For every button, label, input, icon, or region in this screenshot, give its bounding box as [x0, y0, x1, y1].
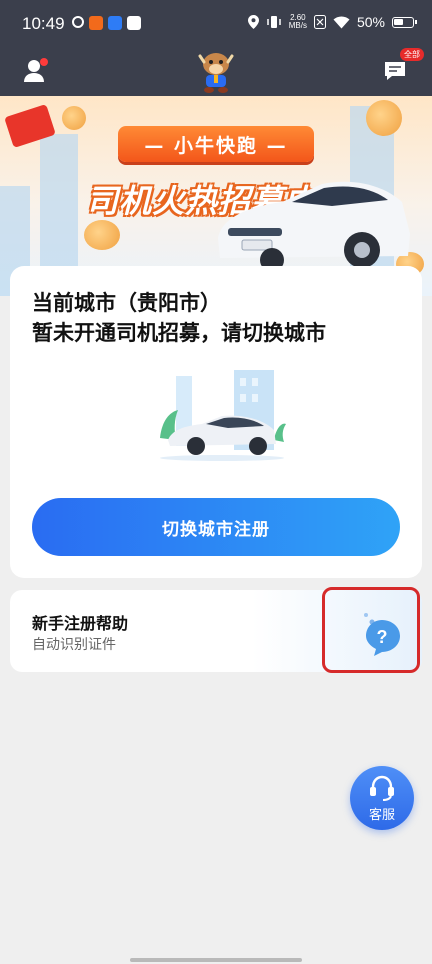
messages-button[interactable]: 全部 [384, 48, 424, 84]
switch-city-register-button[interactable]: 切换城市注册 [32, 498, 400, 556]
net-speed-unit: MB/s [288, 21, 307, 30]
user-profile-icon[interactable] [22, 56, 50, 84]
location-icon [247, 15, 259, 29]
city-car-illustration [160, 370, 286, 461]
headset-icon [370, 775, 394, 801]
customer-service-label: 客服 [368, 808, 395, 823]
help-title: 新手注册帮助 [32, 614, 129, 633]
status-time: 10:49 [22, 14, 65, 33]
recruit-unavailable-text: 暂未开通司机招募，请切换城市 [32, 321, 326, 345]
city-card: 当前城市（贵阳市） 暂未开通司机招募，请切换城市 切换城市注册 [10, 266, 422, 578]
brand-pill: — 小牛快跑 — [118, 126, 314, 162]
wifi-icon [333, 16, 350, 28]
top-bar: 10:49 2.60 MB/s 50% 全部 [0, 0, 432, 96]
customer-service-button[interactable]: 客服 [350, 766, 414, 830]
city-message: 当前城市（贵阳市） 暂未开通司机招募，请切换城市 [32, 288, 326, 348]
message-icon [385, 62, 405, 80]
app-notification-icon [89, 16, 103, 30]
coin-icon [366, 100, 402, 136]
home-indicator[interactable] [130, 958, 302, 962]
app-notification-icon [108, 16, 122, 30]
battery-percent: 50% [356, 14, 385, 30]
status-right: 2.60 MB/s 50% [247, 14, 417, 30]
vibrate-icon [266, 16, 281, 28]
status-bar: 10:49 2.60 MB/s 50% [0, 0, 432, 50]
nfc-icon [313, 15, 326, 29]
sync-icon [72, 16, 84, 28]
coin-icon [62, 106, 86, 130]
coin-icon [84, 220, 120, 250]
help-subtitle: 自动识别证件 [32, 637, 116, 653]
battery-icon [392, 16, 417, 28]
message-badge: 全部 [400, 48, 424, 61]
mail-icon [127, 16, 141, 30]
car-illustration [218, 181, 410, 272]
help-icon-highlight [322, 587, 420, 673]
net-speed: 2.60 MB/s [289, 14, 307, 30]
mascot-logo [198, 53, 234, 93]
building-decoration [40, 134, 78, 284]
notification-icons [72, 16, 141, 30]
current-city: 当前城市（贵阳市） [32, 291, 221, 315]
